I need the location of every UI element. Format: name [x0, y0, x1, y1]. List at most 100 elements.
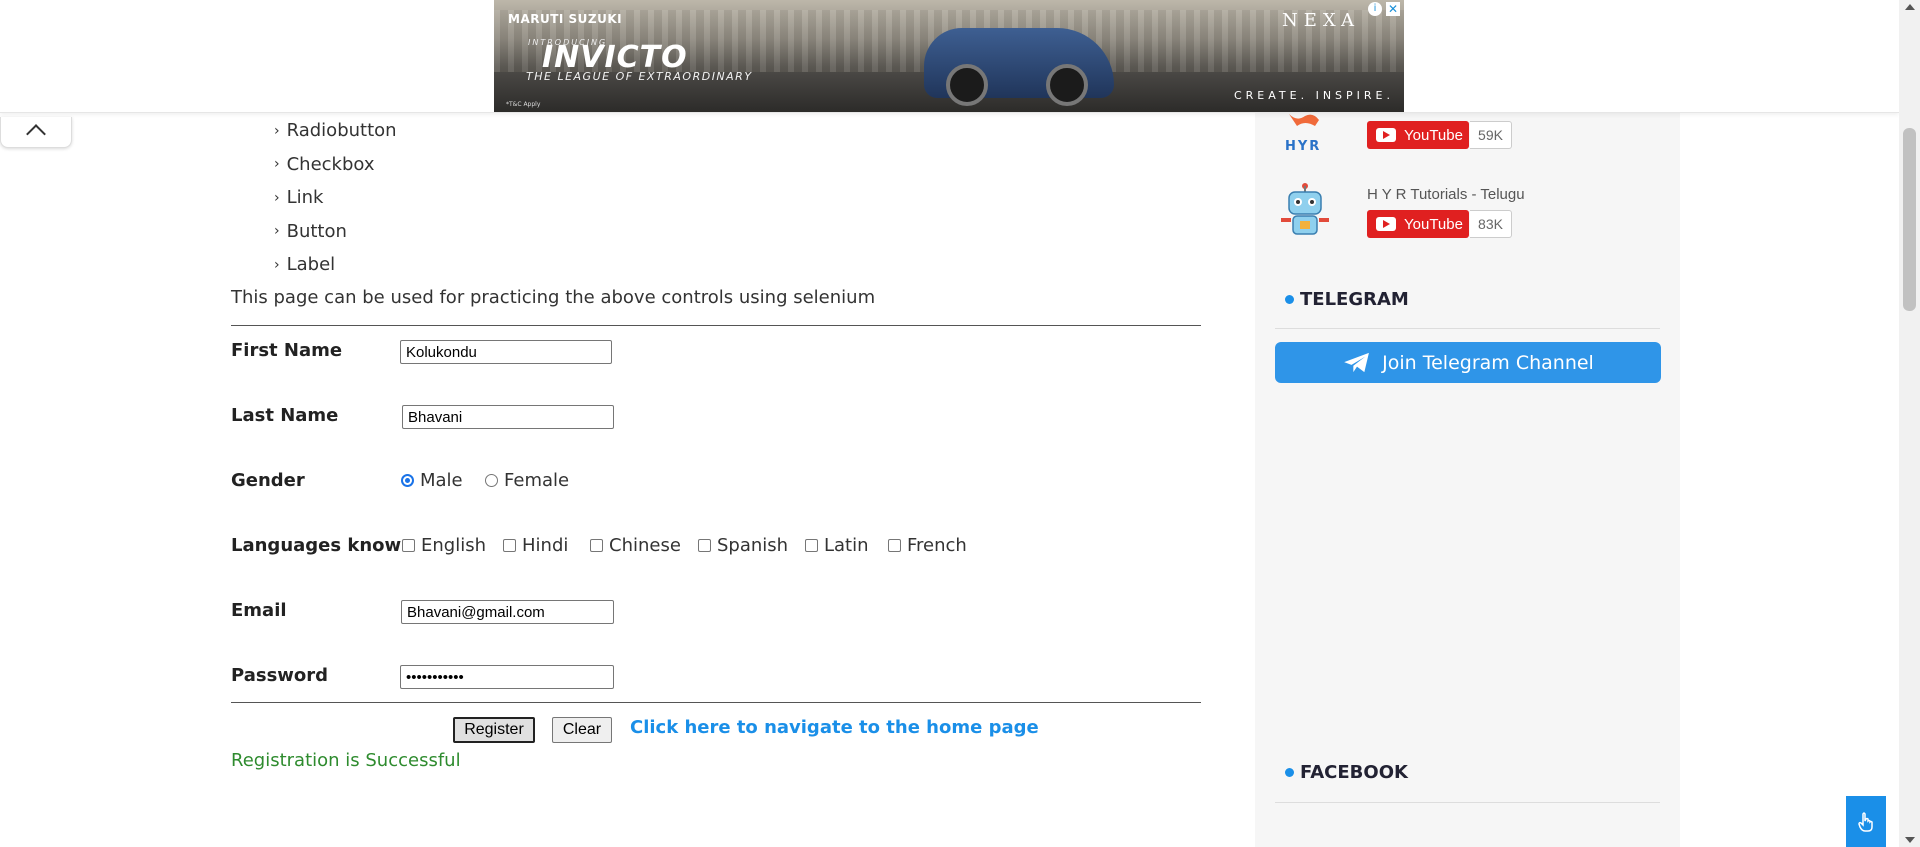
- language-hindi-option[interactable]: Hindi: [503, 535, 568, 556]
- male-radio[interactable]: [401, 474, 414, 487]
- chevron-right-icon: ›: [274, 189, 280, 206]
- last-name-label: Last Name: [231, 405, 339, 426]
- close-icon[interactable]: ✕: [1386, 2, 1400, 16]
- list-item-label: Checkbox: [286, 153, 375, 175]
- ad-banner[interactable]: MARUTI SUZUKI INTRODUCING INVICTO THE LE…: [494, 0, 1404, 112]
- ad-nexa-logo: NEXA: [1281, 10, 1360, 31]
- password-input[interactable]: [400, 665, 614, 689]
- french-label: French: [907, 535, 967, 556]
- divider: [1275, 328, 1660, 329]
- list-item: › Radiobutton: [274, 114, 397, 148]
- facebook-heading: FACEBOOK: [1285, 762, 1408, 783]
- language-english-option[interactable]: English: [402, 535, 486, 556]
- scroll-down-icon[interactable]: [1905, 837, 1915, 843]
- list-item-label: Button: [286, 220, 347, 242]
- youtube-play-icon: [1376, 128, 1396, 142]
- spanish-label: Spanish: [717, 535, 789, 556]
- male-label: Male: [420, 470, 463, 491]
- latin-label: Latin: [824, 535, 869, 556]
- chinese-checkbox[interactable]: [590, 539, 603, 552]
- car-wheel: [946, 64, 988, 106]
- divider: [1275, 802, 1660, 803]
- language-french-option[interactable]: French: [888, 535, 967, 556]
- subscriber-count: 83K: [1470, 210, 1512, 238]
- french-checkbox[interactable]: [888, 539, 901, 552]
- hindi-label: Hindi: [522, 535, 569, 556]
- list-item: › Checkbox: [274, 148, 397, 182]
- youtube-subscribe-button[interactable]: YouTube: [1367, 121, 1469, 149]
- robot-icon: [1281, 183, 1329, 235]
- bullet-icon: [1285, 768, 1294, 777]
- language-latin-option[interactable]: Latin: [805, 535, 869, 556]
- clear-button[interactable]: Clear: [552, 717, 612, 743]
- gender-female-option[interactable]: Female: [485, 470, 569, 491]
- chevron-right-icon: ›: [274, 223, 280, 240]
- hyr-logo-icon: HYR: [1285, 114, 1321, 154]
- scroll-up-icon[interactable]: [1905, 4, 1915, 10]
- success-message: Registration is Successful: [231, 750, 461, 771]
- ad-slogan: CREATE. INSPIRE.: [1233, 89, 1394, 102]
- youtube-play-icon: [1376, 217, 1396, 231]
- divider: [231, 702, 1201, 703]
- subscriber-count: 59K: [1470, 121, 1512, 149]
- sidebar: HYR YouTube 59K H Y R Tutorials - Telugu…: [1255, 112, 1680, 847]
- facebook-heading-label: FACEBOOK: [1300, 762, 1408, 783]
- car-wheel: [1046, 64, 1088, 106]
- telegram-plane-icon: [1344, 352, 1370, 372]
- first-name-input[interactable]: [400, 340, 612, 364]
- list-item: › Button: [274, 215, 397, 249]
- divider: [231, 325, 1201, 326]
- chinese-label: Chinese: [609, 535, 681, 556]
- last-name-input[interactable]: [402, 405, 614, 429]
- youtube-subscribe-button[interactable]: YouTube: [1367, 210, 1469, 238]
- email-input[interactable]: [401, 600, 614, 624]
- telegram-heading-label: TELEGRAM: [1300, 289, 1409, 310]
- gender-male-option[interactable]: Male: [401, 470, 463, 491]
- list-item: › Link: [274, 181, 397, 215]
- list-item-label: Label: [286, 254, 336, 276]
- home-page-link[interactable]: Click here to navigate to the home page: [630, 717, 1039, 738]
- language-spanish-option[interactable]: Spanish: [698, 535, 788, 556]
- list-item-label: Radiobutton: [286, 120, 397, 142]
- gender-label: Gender: [231, 470, 305, 491]
- ad-brand: MARUTI SUZUKI: [508, 12, 623, 26]
- scrollbar[interactable]: [1899, 0, 1920, 847]
- languages-label: Languages known: [231, 535, 414, 556]
- hindi-checkbox[interactable]: [503, 539, 516, 552]
- language-chinese-option[interactable]: Chinese: [590, 535, 681, 556]
- telegram-button-label: Join Telegram Channel: [1382, 351, 1594, 374]
- list-item-label: Link: [286, 187, 324, 209]
- youtube-button-label: YouTube: [1404, 215, 1463, 233]
- collapse-ad-button[interactable]: [0, 117, 72, 148]
- spanish-checkbox[interactable]: [698, 539, 711, 552]
- chevron-up-icon: [26, 124, 46, 144]
- ad-fine-print: *T&C Apply: [506, 101, 541, 108]
- female-label: Female: [504, 470, 570, 491]
- english-checkbox[interactable]: [402, 539, 415, 552]
- intro-text: This page can be used for practicing the…: [231, 287, 876, 308]
- controls-list: › Radiobutton › Checkbox › Link › Button › La…: [274, 114, 397, 282]
- scroll-thumb[interactable]: [1903, 128, 1916, 311]
- chevron-right-icon: ›: [274, 156, 280, 173]
- chevron-right-icon: ›: [274, 256, 280, 273]
- email-label: Email: [231, 600, 287, 621]
- telegram-heading: TELEGRAM: [1285, 289, 1409, 310]
- hyr-logo-text: HYR: [1285, 139, 1321, 154]
- join-telegram-button[interactable]: Join Telegram Channel: [1275, 342, 1661, 383]
- channel-name: H Y R Tutorials - Telugu: [1367, 186, 1525, 203]
- list-item: › Label: [274, 248, 397, 282]
- bullet-icon: [1285, 295, 1294, 304]
- latin-checkbox[interactable]: [805, 539, 818, 552]
- ad-car-image: [924, 28, 1114, 106]
- youtube-button-label: YouTube: [1404, 126, 1463, 144]
- password-label: Password: [231, 665, 329, 686]
- ad-tagline: THE LEAGUE OF EXTRAORDINARY: [526, 70, 753, 83]
- info-icon[interactable]: i: [1368, 2, 1382, 16]
- first-name-label: First Name: [231, 340, 343, 361]
- hand-pointer-icon: [1858, 811, 1873, 832]
- female-radio[interactable]: [485, 474, 498, 487]
- ad-banner-bar: MARUTI SUZUKI INTRODUCING INVICTO THE LE…: [0, 0, 1899, 113]
- register-button[interactable]: Register: [453, 717, 535, 743]
- chevron-right-icon: ›: [274, 122, 280, 139]
- floating-action-button[interactable]: [1846, 796, 1886, 847]
